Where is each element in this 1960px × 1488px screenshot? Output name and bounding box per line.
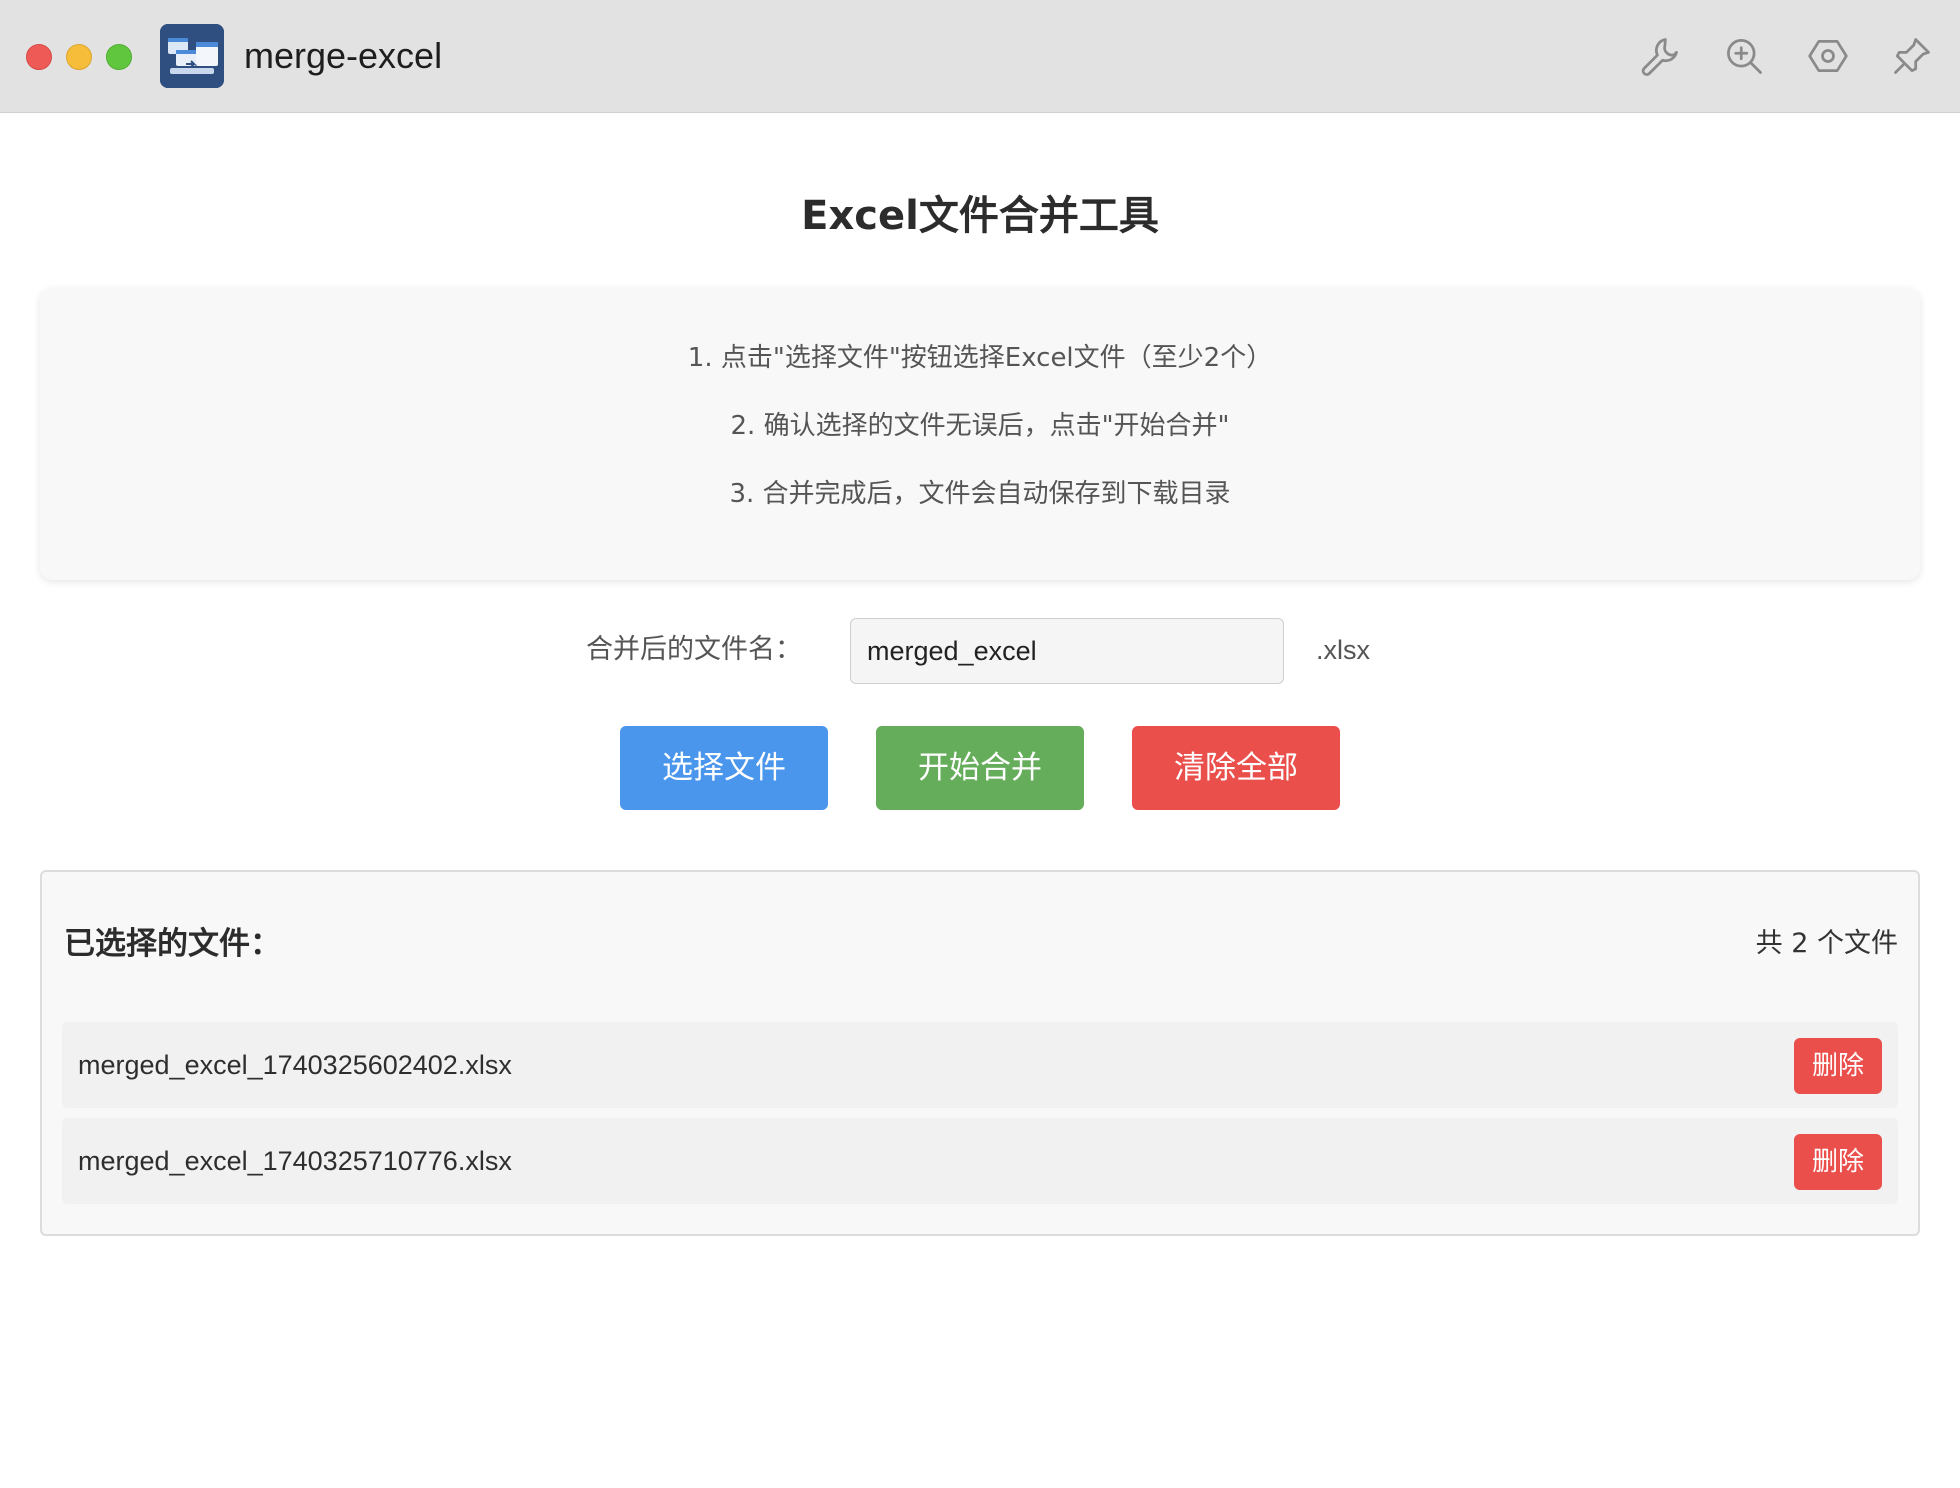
- file-count: 共 2 个文件: [1755, 928, 1898, 959]
- instructions-panel: 1. 点击"选择文件"按钮选择Excel文件（至少2个） 2. 确认选择的文件无…: [40, 288, 1920, 580]
- file-list-item: merged_excel_1740325602402.xlsx 删除: [62, 1022, 1898, 1108]
- file-list-item: merged_excel_1740325710776.xlsx 删除: [62, 1118, 1898, 1204]
- minimize-window-button[interactable]: [66, 44, 92, 70]
- close-window-button[interactable]: [26, 44, 52, 70]
- app-window: merge-excel Excel文件合并工具 1. 点击"选择文件"按钮选择E…: [0, 0, 1960, 1488]
- hexagon-settings-icon[interactable]: [1806, 34, 1850, 78]
- start-merge-button[interactable]: 开始合并: [876, 726, 1084, 810]
- clear-all-button[interactable]: 清除全部: [1132, 726, 1340, 810]
- instruction-line: 3. 合并完成后，文件会自动保存到下载目录: [729, 479, 1231, 509]
- extension-label: .xlsx: [1316, 635, 1370, 665]
- app-title: merge-excel: [244, 35, 443, 76]
- filename-input[interactable]: [850, 618, 1284, 684]
- wrench-icon[interactable]: [1638, 34, 1682, 78]
- page-title: Excel文件合并工具: [801, 193, 1159, 239]
- app-logo-icon: [160, 24, 224, 88]
- pin-icon[interactable]: [1890, 34, 1934, 78]
- delete-file-button[interactable]: 删除: [1794, 1134, 1882, 1190]
- instruction-line: 2. 确认选择的文件无误后，点击"开始合并": [730, 411, 1230, 441]
- delete-file-button[interactable]: 删除: [1794, 1038, 1882, 1094]
- selected-files-heading: 已选择的文件：: [64, 926, 281, 962]
- instruction-line: 1. 点击"选择文件"按钮选择Excel文件（至少2个）: [687, 343, 1273, 373]
- filename-label: 合并后的文件名：: [586, 634, 802, 665]
- file-name: merged_excel_1740325602402.xlsx: [78, 1050, 512, 1080]
- selected-files-panel: 已选择的文件： 共 2 个文件 merged_excel_17403256024…: [40, 870, 1920, 1236]
- file-name: merged_excel_1740325710776.xlsx: [78, 1146, 512, 1176]
- zoom-in-icon[interactable]: [1722, 34, 1766, 78]
- select-files-button[interactable]: 选择文件: [620, 726, 828, 810]
- title-bar: merge-excel: [0, 0, 1960, 113]
- maximize-window-button[interactable]: [106, 44, 132, 70]
